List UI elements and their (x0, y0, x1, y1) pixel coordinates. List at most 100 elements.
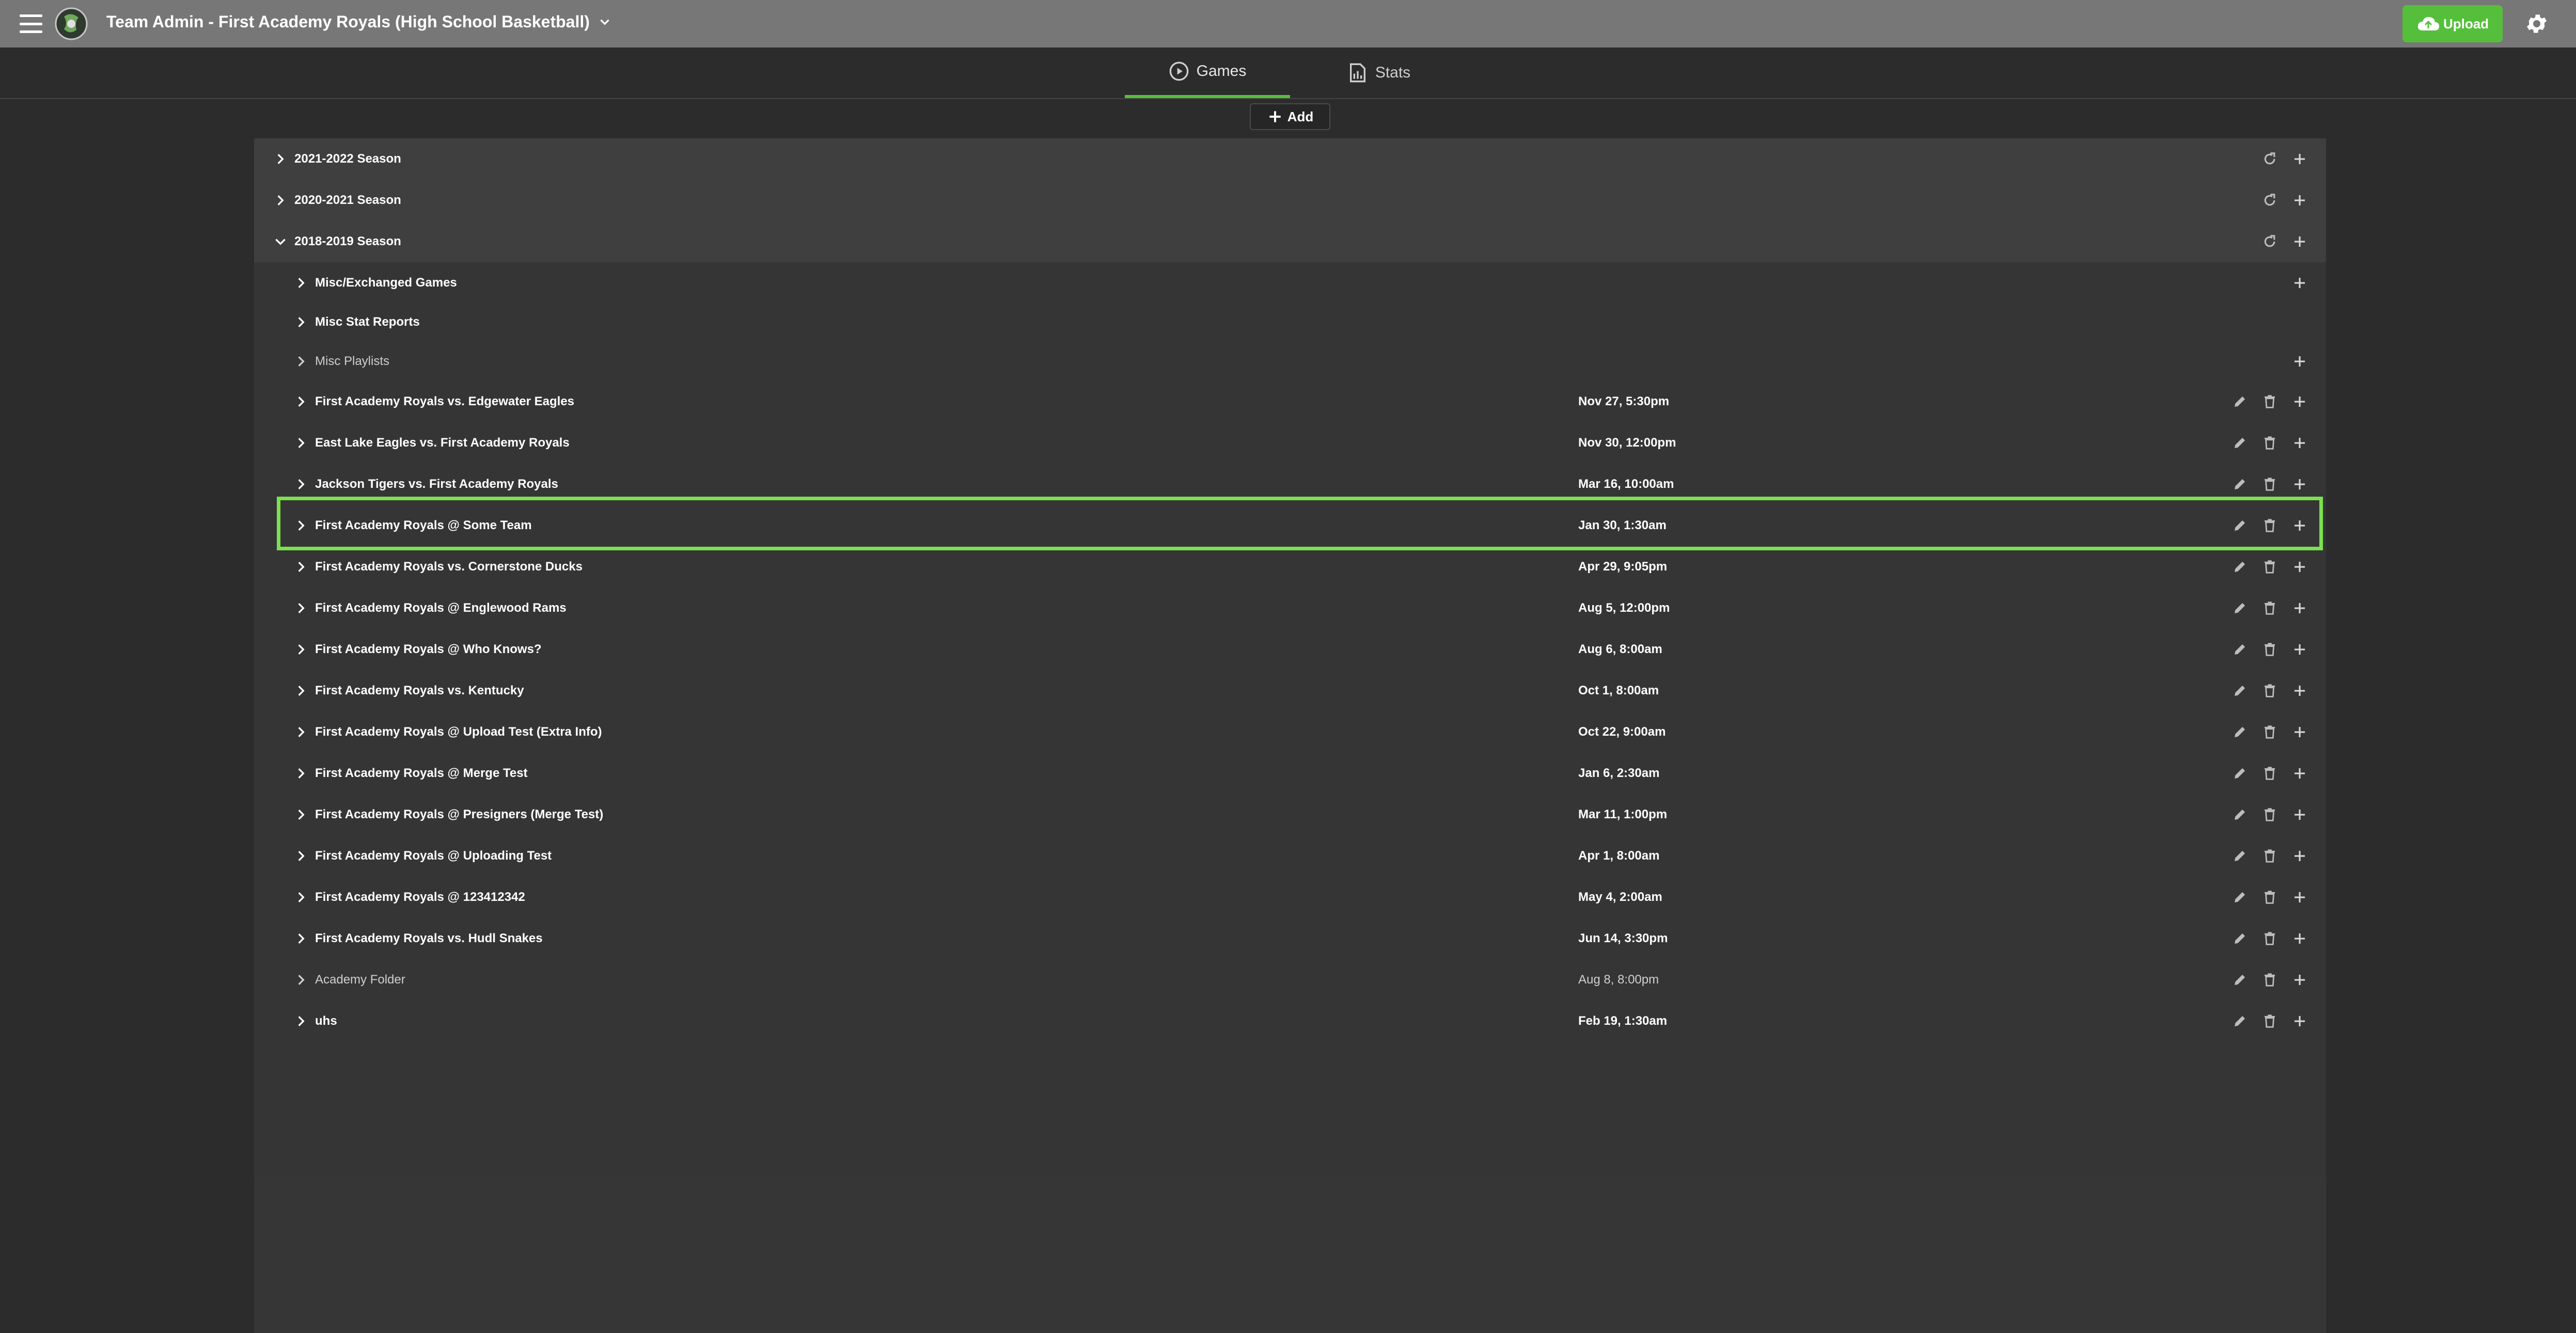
trash-icon[interactable] (2262, 435, 2277, 451)
trash-icon[interactable] (2262, 683, 2277, 699)
game-date: Jan 30, 1:30am (1578, 518, 1667, 532)
plus-icon[interactable] (2292, 559, 2307, 575)
trash-icon[interactable] (2262, 518, 2277, 533)
season-row[interactable]: 2020-2021 Season (254, 180, 2326, 221)
plus-icon[interactable] (2292, 890, 2307, 905)
plus-icon (1269, 111, 1281, 122)
add-button[interactable]: Add (1250, 103, 1330, 130)
game-label: First Academy Royals vs. Edgewater Eagle… (315, 394, 574, 408)
refresh-icon[interactable] (2262, 151, 2277, 167)
edit-icon[interactable] (2232, 807, 2248, 822)
edit-icon[interactable] (2232, 642, 2248, 657)
gear-icon[interactable] (2524, 11, 2549, 36)
season-row[interactable]: 2018-2019 Season (254, 221, 2326, 262)
tab-games[interactable]: Games (1125, 47, 1290, 98)
game-row[interactable]: First Academy Royals @ Englewood Rams Aug… (254, 588, 2326, 629)
game-row[interactable]: First Academy Royals vs. Hudl Snakes Jun … (254, 918, 2326, 959)
team-selector[interactable]: Team Admin - First Academy Royals (High … (106, 12, 611, 31)
plus-icon[interactable] (2292, 435, 2307, 451)
plus-icon[interactable] (2292, 683, 2307, 699)
edit-icon[interactable] (2232, 766, 2248, 781)
edit-icon[interactable] (2232, 435, 2248, 451)
plus-icon[interactable] (2292, 931, 2307, 946)
folder-row[interactable]: Misc Stat Reports (254, 301, 2326, 343)
trash-icon[interactable] (2262, 724, 2277, 740)
game-label: First Academy Royals @ 123412342 (315, 890, 525, 904)
game-row[interactable]: First Academy Royals @ 123412342 May 4, 2… (254, 877, 2326, 918)
plus-icon[interactable] (2292, 972, 2307, 988)
plus-icon[interactable] (2292, 848, 2307, 864)
tab-stats[interactable]: Stats (1332, 47, 1425, 98)
tab-games-label: Games (1196, 62, 1247, 80)
edit-icon[interactable] (2232, 600, 2248, 616)
game-row[interactable]: Academy Folder Aug 8, 8:00pm (254, 959, 2326, 1001)
game-row[interactable]: First Academy Royals @ Presigners (Merge… (254, 794, 2326, 835)
plus-icon[interactable] (2292, 193, 2307, 208)
trash-icon[interactable] (2262, 559, 2277, 575)
edit-icon[interactable] (2232, 931, 2248, 946)
game-date: Apr 1, 8:00am (1578, 849, 1660, 863)
plus-icon[interactable] (2292, 642, 2307, 657)
folder-label: Misc Stat Reports (315, 315, 420, 329)
trash-icon[interactable] (2262, 890, 2277, 905)
plus-icon[interactable] (2292, 477, 2307, 492)
game-row[interactable]: First Academy Royals @ Uploading Test Apr… (254, 835, 2326, 877)
plus-icon[interactable] (2292, 394, 2307, 409)
trash-icon[interactable] (2262, 766, 2277, 781)
game-date: Jan 6, 2:30am (1578, 766, 1660, 780)
trash-icon[interactable] (2262, 931, 2277, 946)
trash-icon[interactable] (2262, 848, 2277, 864)
stats-report-icon (1349, 63, 1365, 83)
plus-icon[interactable] (2292, 275, 2307, 291)
folder-row[interactable]: Misc Playlists (254, 341, 2326, 382)
edit-icon[interactable] (2232, 518, 2248, 533)
edit-icon[interactable] (2232, 559, 2248, 575)
plus-icon[interactable] (2292, 1013, 2307, 1029)
menu-icon[interactable] (20, 14, 42, 33)
upload-button[interactable]: Upload (2402, 5, 2503, 42)
game-row[interactable]: First Academy Royals vs. Kentucky Oct 1, … (254, 670, 2326, 711)
edit-icon[interactable] (2232, 477, 2248, 492)
edit-icon[interactable] (2232, 1013, 2248, 1029)
trash-icon[interactable] (2262, 477, 2277, 492)
plus-icon[interactable] (2292, 724, 2307, 740)
season-row[interactable]: 2021-2022 Season (254, 138, 2326, 180)
plus-icon[interactable] (2292, 354, 2307, 369)
game-row[interactable]: East Lake Eagles vs. First Academy Royal… (254, 422, 2326, 464)
game-row[interactable]: First Academy Royals vs. Cornerstone Duc… (254, 546, 2326, 588)
team-logo-icon[interactable] (54, 6, 89, 41)
tab-stats-label: Stats (1375, 64, 1411, 81)
chevron-right-icon (298, 892, 305, 902)
trash-icon[interactable] (2262, 600, 2277, 616)
game-row[interactable]: First Academy Royals @ Merge Test Jan 6, … (254, 753, 2326, 794)
edit-icon[interactable] (2232, 394, 2248, 409)
refresh-icon[interactable] (2262, 193, 2277, 208)
edit-icon[interactable] (2232, 848, 2248, 864)
game-row[interactable]: First Academy Royals @ Upload Test (Extr… (254, 711, 2326, 753)
game-row[interactable]: Jackson Tigers vs. First Academy Royals M… (254, 464, 2326, 505)
trash-icon[interactable] (2262, 972, 2277, 988)
edit-icon[interactable] (2232, 683, 2248, 699)
folder-row[interactable]: Misc/Exchanged Games (254, 262, 2326, 304)
chevron-right-icon (298, 933, 305, 944)
plus-icon[interactable] (2292, 766, 2307, 781)
game-row[interactable]: First Academy Royals @ Who Knows? Aug 6, … (254, 629, 2326, 670)
plus-icon[interactable] (2292, 151, 2307, 167)
plus-icon[interactable] (2292, 518, 2307, 533)
edit-icon[interactable] (2232, 890, 2248, 905)
trash-icon[interactable] (2262, 807, 2277, 822)
plus-icon[interactable] (2292, 600, 2307, 616)
trash-icon[interactable] (2262, 394, 2277, 409)
edit-icon[interactable] (2232, 972, 2248, 988)
trash-icon[interactable] (2262, 1013, 2277, 1029)
game-row[interactable]: First Academy Royals vs. Edgewater Eagle… (254, 381, 2326, 422)
edit-icon[interactable] (2232, 724, 2248, 740)
trash-icon[interactable] (2262, 642, 2277, 657)
refresh-icon[interactable] (2262, 234, 2277, 249)
game-row[interactable]: uhs Feb 19, 1:30am (254, 1001, 2326, 1042)
game-row[interactable]: First Academy Royals @ Some Team Jan 30, … (254, 505, 2326, 546)
plus-icon[interactable] (2292, 234, 2307, 249)
plus-icon[interactable] (2292, 807, 2307, 822)
tab-bar: Games Stats (0, 47, 2576, 99)
game-date: Nov 30, 12:00pm (1578, 436, 1676, 450)
